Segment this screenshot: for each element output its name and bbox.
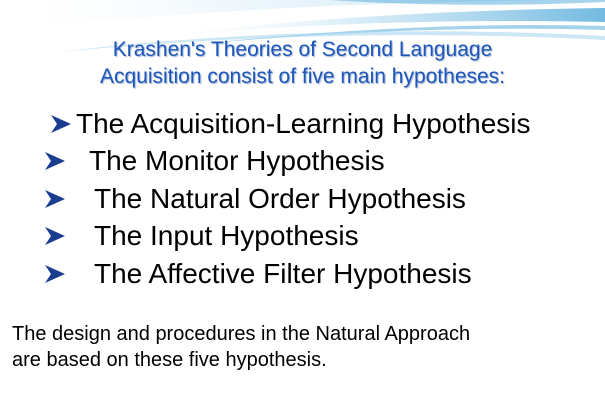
arrowhead-bullet-icon <box>42 181 68 217</box>
list-item: The Natural Order Hypothesis <box>0 181 605 217</box>
bullet-text: The Acquisition-Learning Hypothesis <box>76 108 531 139</box>
arrowhead-bullet-icon <box>42 218 68 254</box>
list-item: The Monitor Hypothesis <box>0 143 605 179</box>
footer-line-1: The design and procedures in the Natural… <box>12 323 471 345</box>
list-item: The Input Hypothesis <box>0 218 605 254</box>
list-item: The Affective Filter Hypothesis <box>0 256 605 292</box>
arrowhead-bullet-icon <box>42 256 68 292</box>
bullet-text: The Natural Order Hypothesis <box>94 183 466 214</box>
arrowhead-bullet-icon <box>48 106 74 142</box>
title-line-2: Acquisition consist of five main hypothe… <box>99 65 506 88</box>
title-line-1: Krashen's Theories of Second Language <box>112 38 493 61</box>
slide-title: Krashen's Theories of Second Language Ac… <box>0 36 605 90</box>
list-item: The Acquisition-Learning Hypothesis <box>0 106 605 142</box>
bullet-text: The Monitor Hypothesis <box>89 145 385 176</box>
bullet-text: The Affective Filter Hypothesis <box>94 258 472 289</box>
footer-text: The design and procedures in the Natural… <box>12 321 592 373</box>
footer-line-2: are based on these five hypothesis. <box>12 349 327 371</box>
bullet-text: The Input Hypothesis <box>94 220 359 251</box>
arrowhead-bullet-icon <box>42 143 68 179</box>
slide: Krashen's Theories of Second Language Ac… <box>0 0 605 402</box>
